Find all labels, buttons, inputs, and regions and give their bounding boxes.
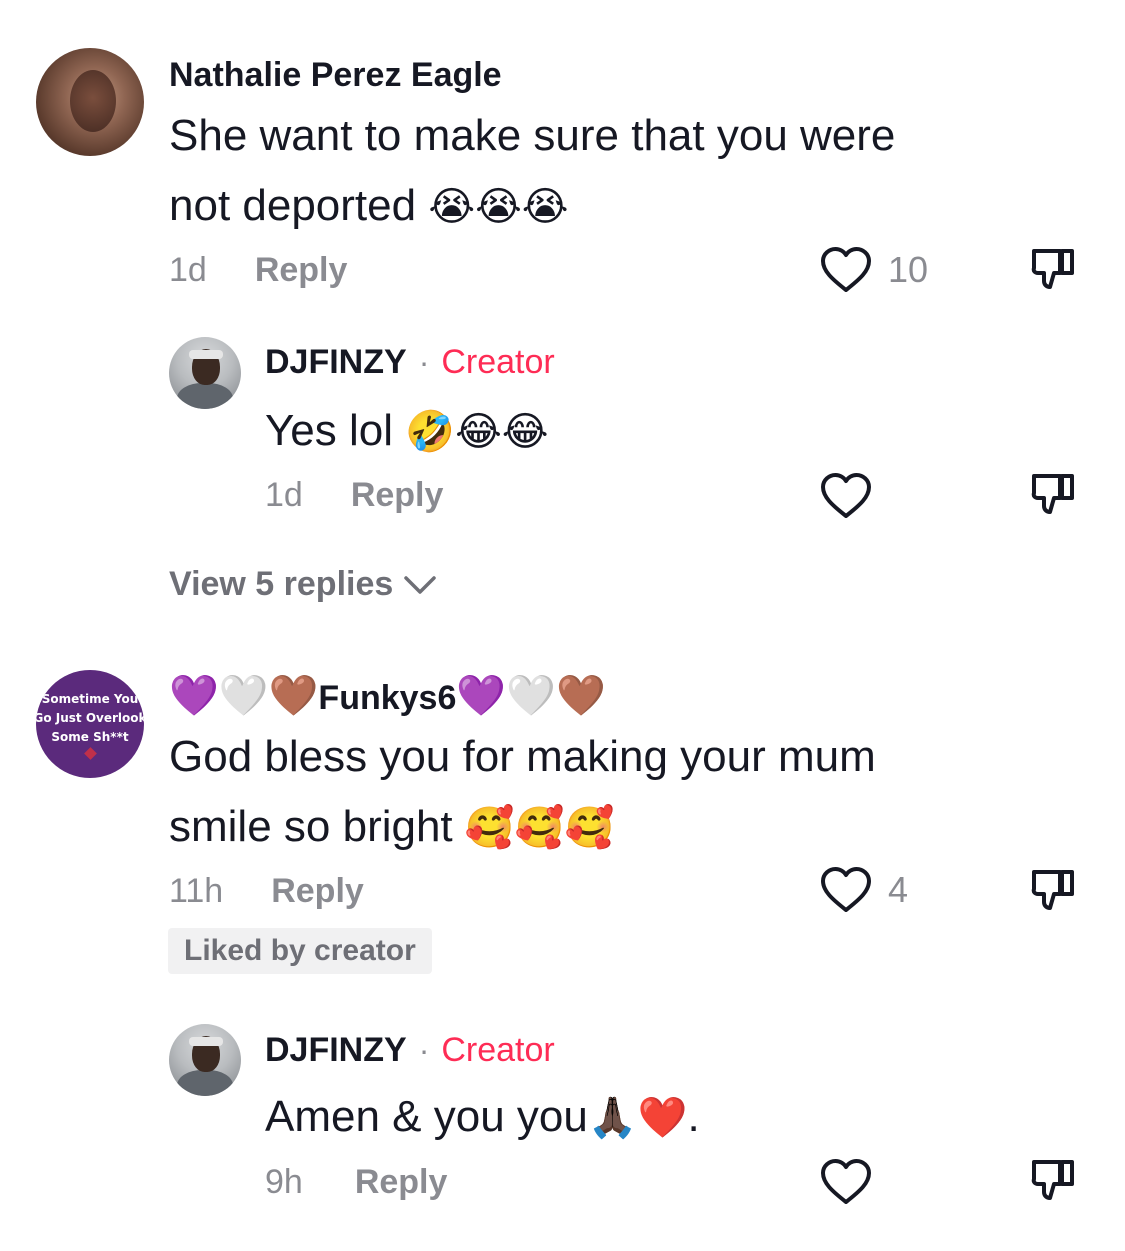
comment-username[interactable]: Nathalie Perez Eagle bbox=[169, 55, 502, 95]
heart-outline-icon[interactable] bbox=[820, 1158, 872, 1206]
avatar-heart-icon bbox=[83, 747, 97, 760]
thumbs-down-icon[interactable] bbox=[1030, 245, 1078, 293]
avatar-shoulders bbox=[177, 1070, 233, 1096]
separator-dot: · bbox=[418, 343, 430, 380]
heart-outline-icon[interactable] bbox=[820, 472, 872, 520]
heart-emoji-suffix: 💜🤍🤎 bbox=[456, 673, 606, 719]
view-replies-button[interactable]: View 5 replies bbox=[169, 565, 437, 604]
reply-time: 9h bbox=[265, 1163, 303, 1201]
view-replies-label: View 5 replies bbox=[169, 565, 394, 603]
reply-button[interactable]: Reply bbox=[351, 475, 444, 515]
avatar-funkys6[interactable]: Sometime You Go Just Overlook Some Sh**t bbox=[36, 670, 144, 778]
like-count: 4 bbox=[888, 869, 909, 910]
username-text: Funkys6 bbox=[318, 679, 457, 717]
avatar-headband bbox=[189, 1037, 223, 1046]
creator-badge: Creator bbox=[441, 342, 555, 381]
comment-text-line: She want to make sure that you were bbox=[169, 111, 896, 160]
reply-button[interactable]: Reply bbox=[255, 250, 348, 290]
comment-text-part: not deported bbox=[169, 181, 417, 230]
reply-text-part: Yes lol bbox=[265, 406, 394, 455]
comment-text-line: not deported 😭😭😭 bbox=[169, 171, 989, 242]
heart-outline-icon[interactable] bbox=[820, 246, 872, 294]
comment-text: She want to make sure that you were not … bbox=[169, 101, 989, 242]
crying-emoji: 😭😭😭 bbox=[428, 184, 569, 230]
thumbs-down-icon[interactable] bbox=[1030, 1156, 1078, 1204]
reply-time: 1d bbox=[265, 476, 303, 514]
reply-meta: 1d Reply bbox=[265, 475, 443, 515]
reply-username[interactable]: DJFINZY bbox=[265, 342, 407, 382]
comment-time: 1d bbox=[169, 251, 207, 289]
like-group: 4 bbox=[820, 866, 908, 914]
reply-button[interactable]: Reply bbox=[355, 1162, 448, 1202]
avatar-djfinzy[interactable] bbox=[169, 1024, 241, 1096]
avatar-text: Some Sh**t bbox=[51, 730, 129, 744]
like-group: 10 bbox=[820, 246, 928, 294]
comment-text-line: smile so bright 🥰🥰🥰 bbox=[169, 792, 989, 863]
reply-button[interactable]: Reply bbox=[271, 871, 364, 911]
reply-header: DJFINZY · Creator bbox=[265, 342, 555, 382]
heart-emoji-prefix: 💜🤍🤎 bbox=[169, 673, 319, 719]
avatar-face bbox=[70, 70, 116, 132]
comment-meta: 11h Reply bbox=[169, 871, 364, 911]
avatar-text: Sometime You bbox=[41, 692, 139, 706]
laughing-emoji: 🤣😂😂 bbox=[405, 409, 549, 455]
heart-outline-icon[interactable] bbox=[820, 866, 872, 914]
reply-header: DJFINZY · Creator bbox=[265, 1030, 555, 1070]
pray-heart-emoji: 🙏🏿❤️ bbox=[587, 1095, 688, 1141]
like-count: 10 bbox=[888, 249, 929, 290]
reply-text: Amen & you you🙏🏿❤️. bbox=[265, 1082, 700, 1153]
reply-text-part: Amen & you you bbox=[265, 1092, 588, 1141]
avatar-headband bbox=[189, 350, 223, 359]
separator-dot: · bbox=[418, 1031, 430, 1068]
avatar-text: Go Just Overlook bbox=[36, 711, 144, 725]
comment-text-part: smile so bright bbox=[169, 802, 453, 851]
reply-username[interactable]: DJFINZY bbox=[265, 1030, 407, 1070]
smiling-hearts-emoji: 🥰🥰🥰 bbox=[464, 805, 615, 851]
reply-trailing: . bbox=[687, 1092, 700, 1141]
comment-time: 11h bbox=[169, 872, 224, 910]
avatar-djfinzy[interactable] bbox=[169, 337, 241, 409]
thumbs-down-icon[interactable] bbox=[1030, 866, 1078, 914]
comment-text: God bless you for making your mum smile … bbox=[169, 722, 989, 863]
comment-text-line: God bless you for making your mum bbox=[169, 732, 876, 781]
reply-meta: 9h Reply bbox=[265, 1162, 447, 1202]
avatar-nathalie[interactable] bbox=[36, 48, 144, 156]
comment-username[interactable]: 💜🤍🤎Funkys6💜🤍🤎 bbox=[169, 673, 606, 719]
thumbs-down-icon[interactable] bbox=[1030, 470, 1078, 518]
comment-meta: 1d Reply bbox=[169, 250, 347, 290]
avatar-shoulders bbox=[177, 383, 233, 409]
reply-text: Yes lol 🤣😂😂 bbox=[265, 396, 549, 467]
chevron-down-icon bbox=[404, 575, 437, 594]
liked-by-creator-badge: Liked by creator bbox=[168, 928, 432, 974]
creator-badge: Creator bbox=[441, 1030, 555, 1069]
